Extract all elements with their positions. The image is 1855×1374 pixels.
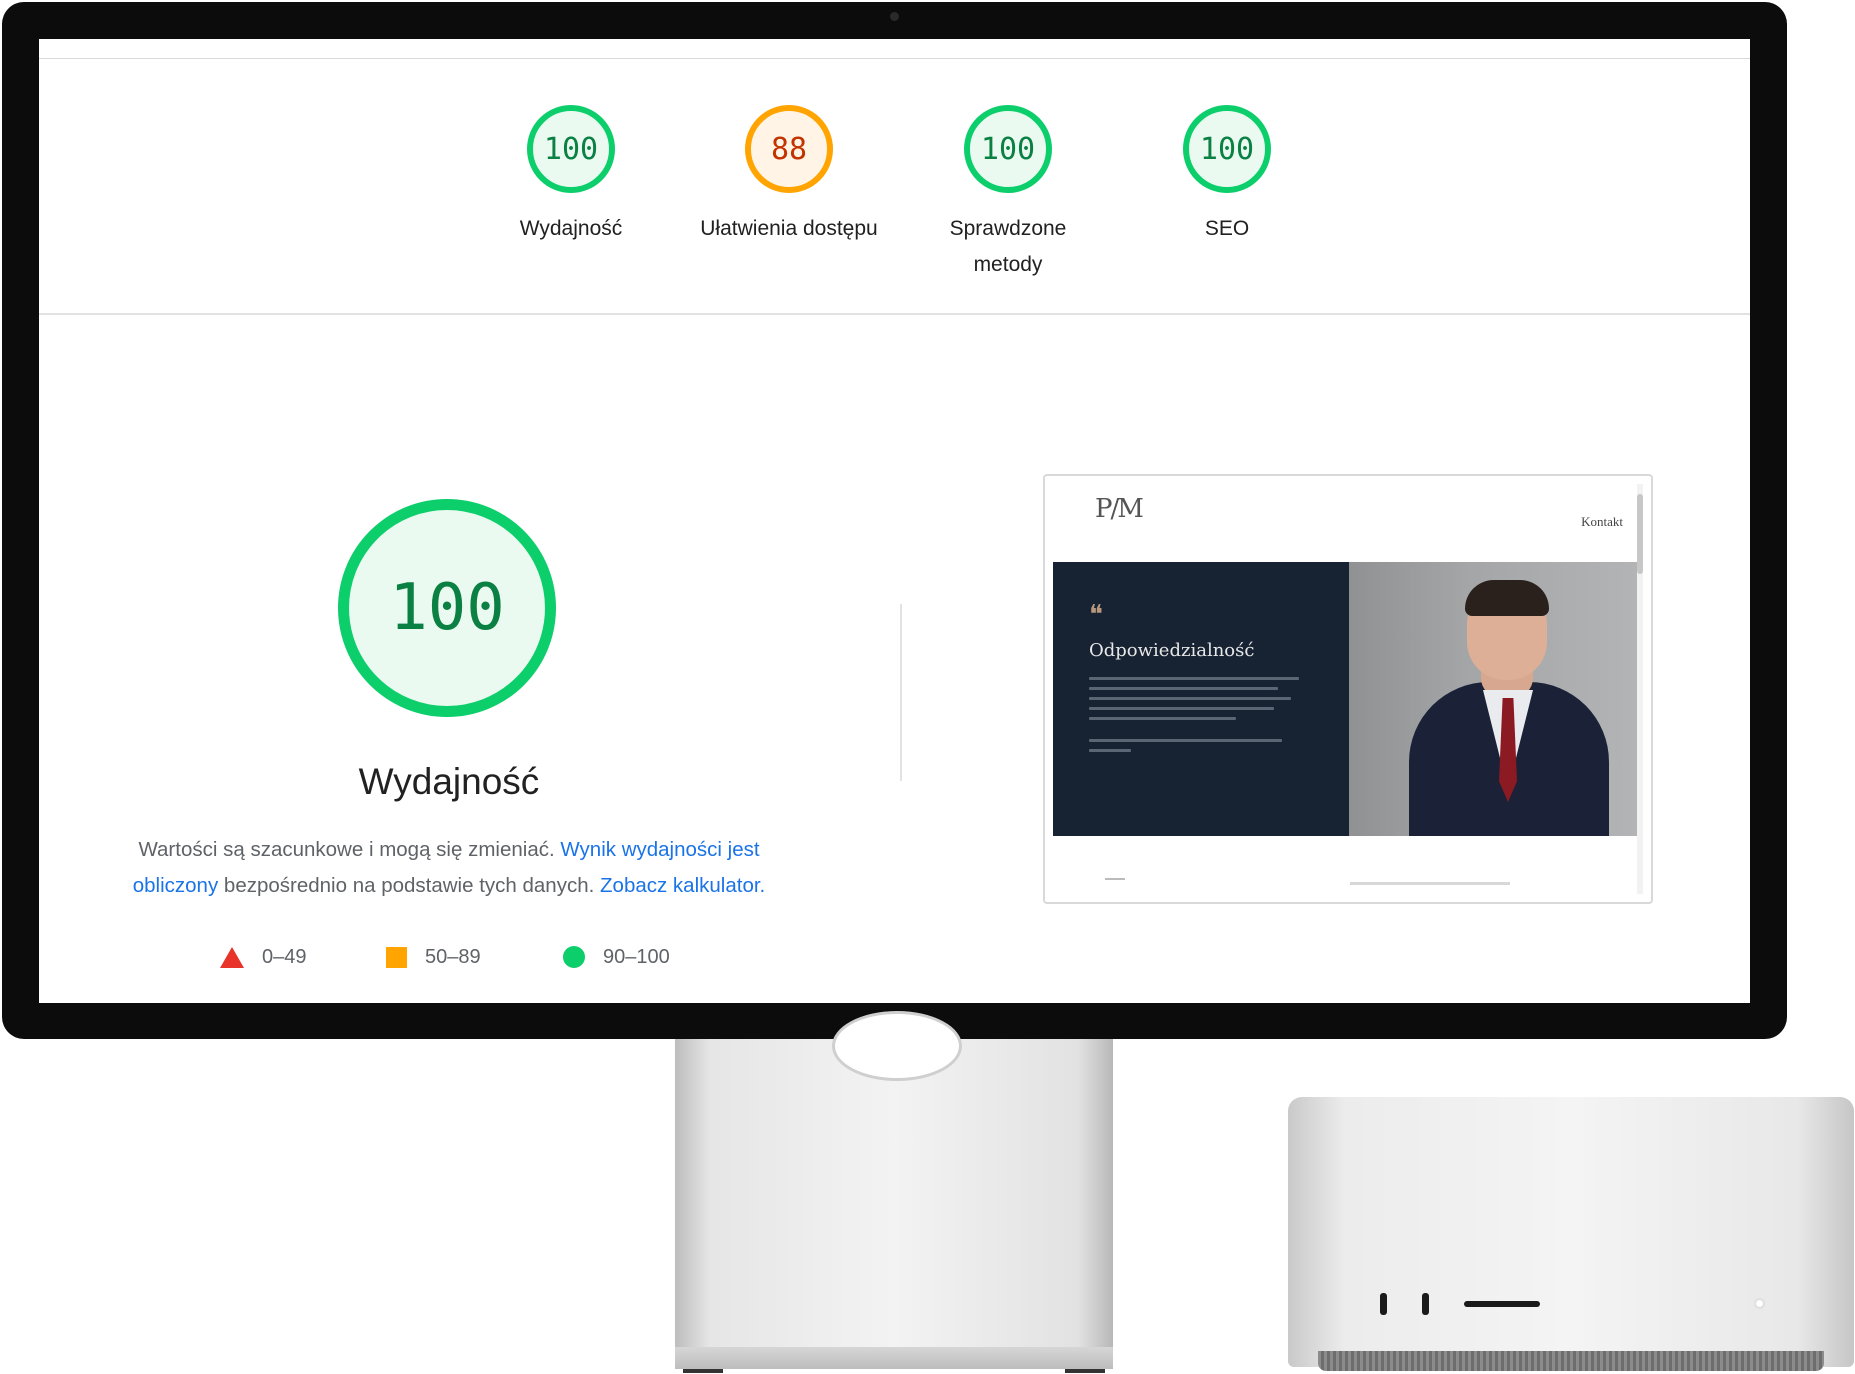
- legend-average-range: 50–89: [425, 945, 481, 968]
- circle-icon: [563, 946, 585, 968]
- page-screenshot-thumbnail[interactable]: P/M Kontakt ❝ Odpowiedzialność: [1043, 474, 1653, 904]
- calculator-link[interactable]: Zobacz kalkulator.: [600, 874, 765, 897]
- site-hero-heading: Odpowiedzialność: [1089, 640, 1255, 661]
- stand-foot-left: [683, 1369, 723, 1373]
- power-led-icon: [1756, 1300, 1763, 1307]
- monitor-stand: [675, 1011, 1113, 1373]
- gauge-best-practices[interactable]: 100: [964, 105, 1052, 193]
- scrollbar-thumb[interactable]: [1637, 494, 1643, 574]
- label-best-practices[interactable]: Sprawdzone metody: [898, 211, 1118, 283]
- mac-studio-vent: [1318, 1351, 1824, 1371]
- gauge-seo[interactable]: 100: [1183, 105, 1271, 193]
- site-nav-kontakt: Kontakt: [1581, 514, 1623, 529]
- legend-average: 50–89: [386, 942, 481, 972]
- gauge-accessibility[interactable]: 88: [745, 105, 833, 193]
- lawyer-portrait-image: [1349, 562, 1639, 836]
- performance-title: Wydajność: [358, 761, 540, 802]
- label-accessibility[interactable]: Ułatwienia dostępu: [679, 211, 899, 247]
- monitor-bezel: 100 Wydajność 88 Ułatwienia dostępu 100 …: [2, 2, 1787, 1039]
- stand-foot-right: [1065, 1369, 1105, 1373]
- description-text-mid: bezpośrednio na podstawie tych danych.: [223, 874, 595, 897]
- legend-pass: 90–100: [563, 942, 670, 972]
- square-icon: [386, 946, 407, 968]
- section-divider: [39, 313, 1750, 315]
- gauge-performance[interactable]: 100: [527, 105, 615, 193]
- label-performance[interactable]: Wydajność: [461, 211, 681, 247]
- description-text: Wartości są szacunkowe i mogą się zmieni…: [138, 838, 555, 861]
- label-seo[interactable]: SEO: [1117, 211, 1337, 247]
- stand-foot: [675, 1347, 1113, 1369]
- lighthouse-report-screen: 100 Wydajność 88 Ułatwienia dostępu 100 …: [39, 39, 1750, 1003]
- camera-icon: [890, 12, 899, 21]
- site-hero-body-text: [1089, 677, 1299, 759]
- stand-cable-hole: [832, 1011, 962, 1081]
- header-divider: [39, 58, 1750, 59]
- usb-c-port-icon: [1380, 1293, 1387, 1315]
- legend-fail-range: 0–49: [262, 945, 307, 968]
- quote-icon: ❝: [1089, 600, 1103, 630]
- thumbnail-scrollbar[interactable]: [1637, 484, 1643, 894]
- vertical-separator: [900, 604, 902, 781]
- legend-pass-range: 90–100: [603, 945, 670, 968]
- site-footer-text-preview: [1350, 882, 1510, 885]
- sd-card-slot-icon: [1464, 1301, 1540, 1307]
- mac-studio-device: [1288, 1097, 1854, 1371]
- legend-fail: 0–49: [220, 942, 307, 972]
- usb-c-port-icon: [1422, 1293, 1429, 1315]
- performance-description: Wartości są szacunkowe i mogą się zmieni…: [99, 832, 799, 904]
- triangle-icon: [220, 946, 244, 968]
- performance-score-gauge: 100: [338, 499, 556, 717]
- site-logo: P/M: [1095, 494, 1144, 524]
- site-hero-panel: ❝ Odpowiedzialność: [1053, 562, 1349, 836]
- site-footer-preview: [1105, 878, 1125, 880]
